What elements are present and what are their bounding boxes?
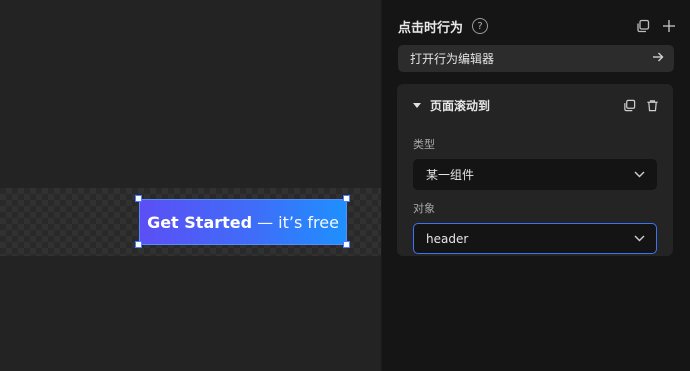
panel-title: 点击时行为 — [398, 20, 464, 36]
action-title: 页面滚动到 — [430, 98, 491, 113]
caret-down-icon[interactable] — [413, 102, 421, 108]
action-card-actions — [623, 99, 659, 112]
action-card-header[interactable]: 页面滚动到 — [413, 97, 659, 113]
resize-handle-top-right[interactable] — [343, 195, 350, 202]
get-started-button[interactable]: Get Started — it’s free — [139, 199, 347, 245]
trash-icon[interactable] — [646, 99, 659, 112]
chevron-down-icon — [634, 235, 645, 242]
target-select-value: header — [426, 231, 469, 246]
question-circle-icon[interactable]: ? — [472, 18, 489, 34]
resize-handle-bottom-left[interactable] — [135, 241, 142, 248]
target-select[interactable]: header — [413, 223, 657, 254]
type-field-label: 类型 — [413, 138, 435, 151]
chevron-down-icon — [634, 171, 645, 178]
cta-light-text: — it’s free — [257, 212, 339, 232]
header-actions — [636, 19, 676, 33]
copy-icon[interactable] — [636, 19, 650, 33]
resize-handle-top-left[interactable] — [135, 195, 142, 202]
scroll-to-action-card: 页面滚动到 类型 某一组件 对象 header — [397, 84, 673, 256]
resize-handle-bottom-right[interactable] — [343, 241, 350, 248]
design-canvas[interactable]: Get Started — it’s free — [0, 0, 381, 371]
duplicate-icon[interactable] — [623, 99, 636, 112]
type-select[interactable]: 某一组件 — [413, 159, 657, 190]
type-select-value: 某一组件 — [426, 168, 475, 182]
panel-header: 点击时行为 ? — [398, 17, 676, 36]
plus-icon[interactable] — [662, 19, 676, 33]
open-behavior-editor-button[interactable]: 打开行为编辑器 — [398, 45, 674, 72]
cta-strong-text: Get Started — [147, 212, 253, 232]
arrow-right-icon — [652, 51, 664, 66]
open-editor-label: 打开行为编辑器 — [410, 52, 495, 66]
target-field-label: 对象 — [413, 202, 435, 215]
